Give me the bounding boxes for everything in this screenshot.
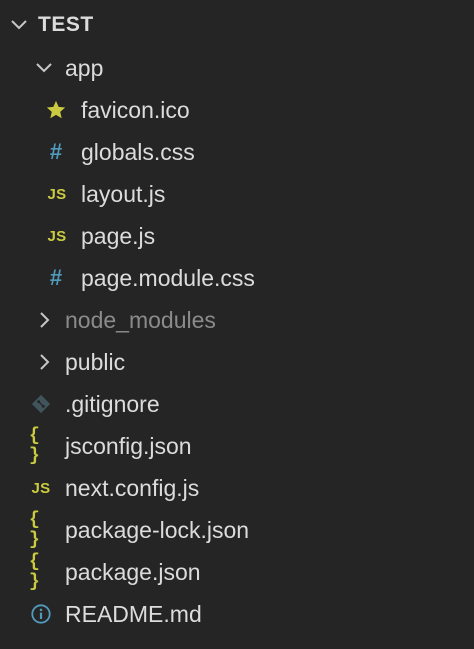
- tree-folder-node-modules[interactable]: node_modules: [0, 299, 474, 341]
- chevron-down-icon: [8, 14, 30, 36]
- tree-item-label: public: [65, 349, 126, 375]
- git-icon: [29, 392, 53, 416]
- tree-file-jsconfig-json[interactable]: { } jsconfig.json: [0, 425, 474, 467]
- js-icon: JS: [31, 479, 51, 497]
- tree-item-label: .gitignore: [65, 391, 160, 417]
- tree-item-label: layout.js: [81, 181, 166, 207]
- tree-file-package-json[interactable]: { } package.json: [0, 551, 474, 593]
- tree-item-label: app: [65, 55, 104, 81]
- tree-file-readme-md[interactable]: README.md: [0, 593, 474, 635]
- tree-file-next-config-js[interactable]: JS next.config.js: [0, 467, 474, 509]
- info-icon: [29, 602, 53, 626]
- json-braces-icon: { }: [29, 552, 40, 592]
- tree-item-label: globals.css: [81, 139, 195, 165]
- tree-file-layout-js[interactable]: JS layout.js: [0, 173, 474, 215]
- js-icon: JS: [47, 185, 67, 203]
- js-icon: JS: [47, 227, 67, 245]
- chevron-down-icon: [33, 57, 55, 79]
- tree-root-test[interactable]: TEST: [0, 4, 474, 46]
- tree-item-label: jsconfig.json: [65, 433, 192, 459]
- tree-item-label: favicon.ico: [81, 97, 190, 123]
- tree-file-gitignore[interactable]: .gitignore: [0, 383, 474, 425]
- css-hash-icon: #: [49, 265, 63, 290]
- file-explorer-tree: TEST app favicon.ico # globals.css JS la…: [0, 0, 474, 649]
- tree-file-globals-css[interactable]: # globals.css: [0, 131, 474, 173]
- tree-item-label: package-lock.json: [65, 517, 250, 543]
- tree-item-label: page.module.css: [81, 265, 255, 291]
- json-braces-icon: { }: [29, 510, 40, 550]
- tree-folder-app[interactable]: app: [0, 47, 474, 89]
- css-hash-icon: #: [49, 139, 63, 164]
- star-icon: [44, 98, 68, 122]
- tree-item-label: node_modules: [65, 307, 216, 333]
- tree-root-label: TEST: [38, 13, 94, 36]
- tree-file-package-lock-json[interactable]: { } package-lock.json: [0, 509, 474, 551]
- tree-item-label: page.js: [81, 223, 156, 249]
- tree-item-label: package.json: [65, 559, 201, 585]
- tree-file-page-js[interactable]: JS page.js: [0, 215, 474, 257]
- tree-file-page-module-css[interactable]: # page.module.css: [0, 257, 474, 299]
- tree-folder-public[interactable]: public: [0, 341, 474, 383]
- tree-item-label: README.md: [65, 601, 202, 627]
- json-braces-icon: { }: [29, 426, 40, 466]
- tree-item-label: next.config.js: [65, 475, 200, 501]
- chevron-right-icon: [33, 351, 55, 373]
- chevron-right-icon: [33, 309, 55, 331]
- tree-file-favicon[interactable]: favicon.ico: [0, 89, 474, 131]
